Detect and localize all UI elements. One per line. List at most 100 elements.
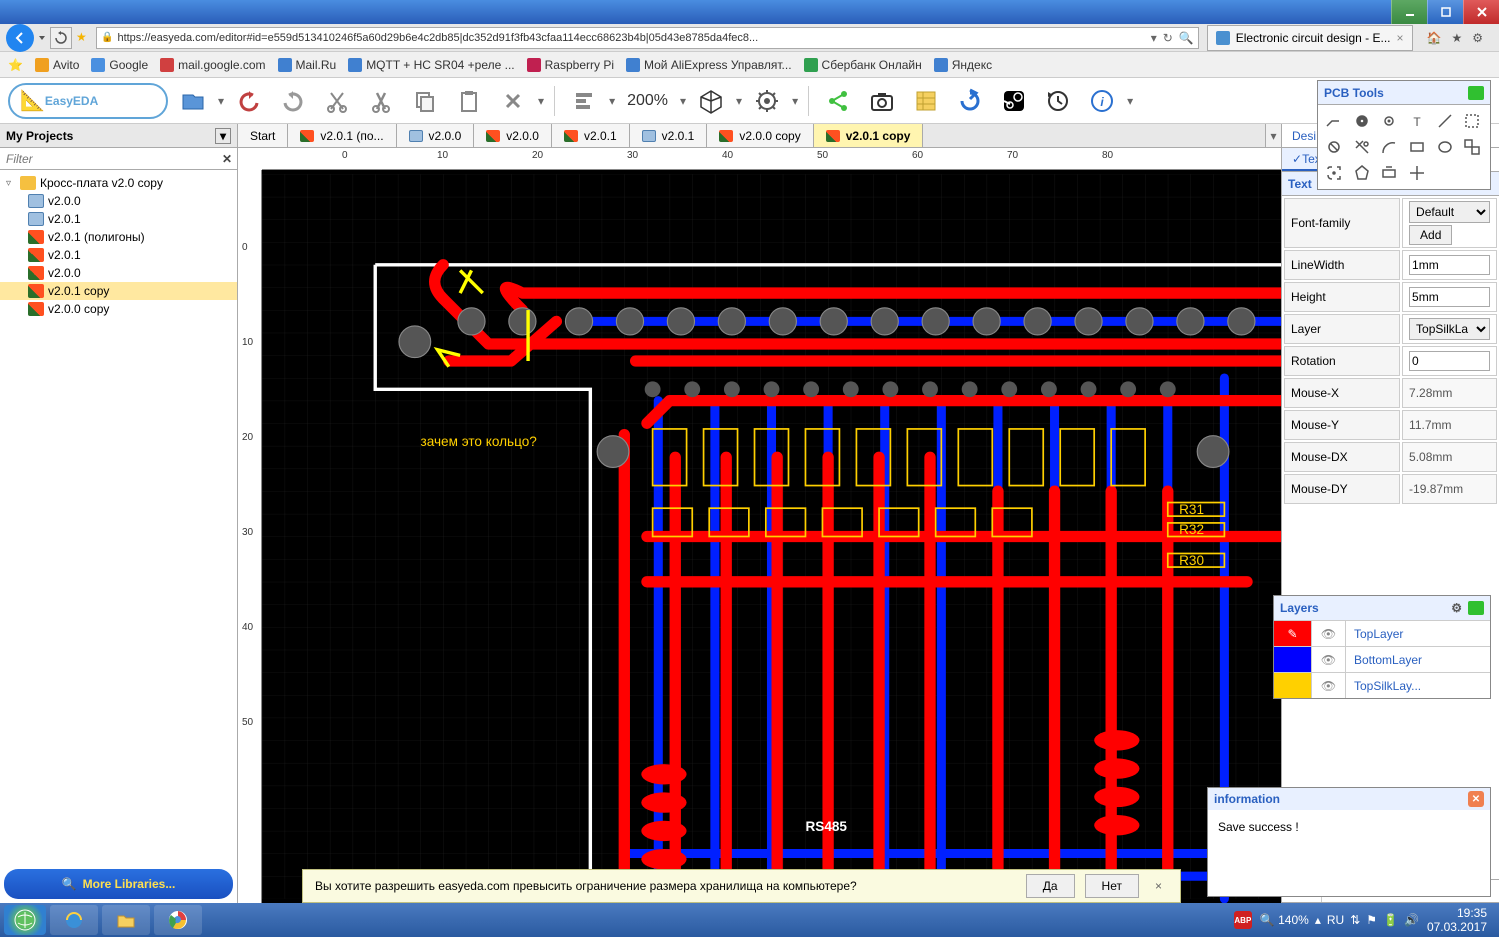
projects-dropdown-icon[interactable]: ▾ [215,128,231,144]
tabs-scroll[interactable]: ▾ [1265,124,1281,147]
silk-text[interactable]: RS485 [805,819,847,834]
connect-tool-icon[interactable] [1460,109,1484,133]
doc-tab[interactable]: v2.0.1 [552,124,630,147]
rect-tool-icon[interactable] [1405,135,1429,159]
tree-item[interactable]: v2.0.0 [0,192,237,210]
start-button[interactable] [4,905,46,935]
doc-tab[interactable]: v2.0.0 copy [707,124,813,147]
layer-name[interactable]: TopSilkLay... [1346,679,1429,693]
minimize-icon[interactable] [1468,86,1484,100]
more-libraries-button[interactable]: 🔍 More Libraries... [4,869,233,899]
settings-button[interactable] [748,82,786,120]
redo-button[interactable] [274,82,312,120]
3d-view-button[interactable] [692,82,730,120]
cut-button[interactable] [318,82,356,120]
doc-tab[interactable]: v2.0.0 [397,124,475,147]
refresh-button[interactable] [50,27,72,49]
tray-chevron-icon[interactable]: ▴ [1315,913,1321,927]
bookmark-item[interactable]: Яндекс [934,58,992,72]
add-font-button[interactable]: Add [1409,225,1452,245]
bom-button[interactable] [907,82,945,120]
share-button[interactable] [819,82,857,120]
track-tool-icon[interactable] [1322,109,1346,133]
favorites-icon[interactable]: ★ [1451,31,1462,45]
layer-color-swatch[interactable] [1274,673,1312,698]
camera-button[interactable] [863,82,901,120]
via-tool-icon[interactable] [1377,109,1401,133]
tools-icon[interactable]: ⚙ [1472,31,1483,45]
dimension-tool-icon[interactable] [1377,161,1401,185]
bookmark-item[interactable]: Google [91,58,148,72]
tree-item[interactable]: v2.0.0 copy [0,300,237,318]
action-center-icon[interactable]: ⚑ [1366,913,1377,927]
move-tool-icon[interactable] [1322,161,1346,185]
font-family-select[interactable]: Default [1409,201,1490,223]
tab-close-icon[interactable]: × [1397,31,1404,45]
tree-item[interactable]: v2.0.0 [0,264,237,282]
layer-color-swatch[interactable]: ✎ [1274,621,1312,646]
taskbar-ie[interactable] [50,905,98,935]
info-button[interactable]: i [1083,82,1121,120]
taskbar-explorer[interactable] [102,905,150,935]
linewidth-input[interactable] [1409,255,1490,275]
delete-button[interactable] [494,82,532,120]
back-dropdown-icon[interactable] [38,32,46,44]
group-tool-icon[interactable] [1460,135,1484,159]
refresh-icon[interactable]: ↻ [1163,31,1173,45]
scissors-button[interactable] [362,82,400,120]
copy-button[interactable] [406,82,444,120]
gear-icon[interactable]: ⚙ [1451,601,1462,615]
window-close-button[interactable] [1463,0,1499,24]
browser-back-button[interactable] [6,24,34,52]
dropdown-icon[interactable]: ▾ [680,94,686,108]
zoom-tray[interactable]: 🔍 140% [1260,913,1309,927]
bookmark-item[interactable]: Raspberry Pi [527,58,614,72]
abp-icon[interactable]: ABP [1234,911,1252,929]
doc-tab[interactable]: v2.0.0 [474,124,552,147]
project-root[interactable]: ▿ Кросс-плата v2.0 copy [0,174,237,192]
dropdown-icon[interactable]: ▾ [792,94,798,108]
circle-tool-icon[interactable] [1433,135,1457,159]
layer-select[interactable]: TopSilkLa [1409,318,1490,340]
line-tool-icon[interactable] [1433,109,1457,133]
bookmark-item[interactable]: MQTT + HC SR04 +реле ... [348,58,514,72]
bookmark-star-icon[interactable]: ★ [76,30,92,46]
text-tool-icon[interactable]: T [1405,109,1429,133]
arc-tool-icon[interactable] [1377,135,1401,159]
align-button[interactable] [565,82,603,120]
window-maximize-button[interactable] [1427,0,1463,24]
close-icon[interactable]: ✕ [1468,791,1484,807]
browser-tab[interactable]: Electronic circuit design - E... × [1207,25,1413,51]
bookmark-item[interactable]: Mail.Ru [278,58,337,72]
layer-row[interactable]: 👁BottomLayer [1274,646,1490,672]
layer-row[interactable]: ✎👁TopLayer [1274,620,1490,646]
origin-tool-icon[interactable] [1405,161,1429,185]
network-icon[interactable]: ⇅ [1350,913,1360,927]
doc-tab[interactable]: v2.0.1 [630,124,708,147]
storage-no-button[interactable]: Нет [1085,874,1139,898]
bookmark-item[interactable]: Мой AliExpress Управлят... [626,58,792,72]
storage-close-icon[interactable]: × [1149,879,1168,893]
steam-button[interactable] [995,82,1033,120]
pcb-canvas[interactable]: R31 R32 R30 RS485 зачем это кольцо? [262,170,1281,903]
layer-color-swatch[interactable] [1274,647,1312,672]
height-input[interactable] [1409,287,1490,307]
hole-tool-icon[interactable] [1322,135,1346,159]
filter-input[interactable] [0,152,217,166]
undo-button[interactable] [230,82,268,120]
taskbar-chrome[interactable] [154,905,202,935]
window-minimize-button[interactable] [1391,0,1427,24]
dropdown-icon[interactable]: ▾ [736,94,742,108]
compat-view-icon[interactable]: ▾ [1151,31,1157,45]
bookmarks-add-icon[interactable]: ⭐ [8,58,23,72]
dropdown-icon[interactable]: ▾ [538,94,544,108]
search-icon[interactable]: 🔍 [1179,31,1194,45]
minimize-icon[interactable] [1468,601,1484,615]
clock[interactable]: 19:35 07.03.2017 [1427,906,1487,935]
polygon-tool-icon[interactable] [1350,161,1374,185]
eye-icon[interactable]: 👁 [1312,673,1346,698]
tree-item[interactable]: v2.0.1 [0,246,237,264]
bookmark-item[interactable]: Сбербанк Онлайн [804,58,922,72]
language-indicator[interactable]: RU [1327,913,1344,927]
bookmark-item[interactable]: mail.google.com [160,58,265,72]
